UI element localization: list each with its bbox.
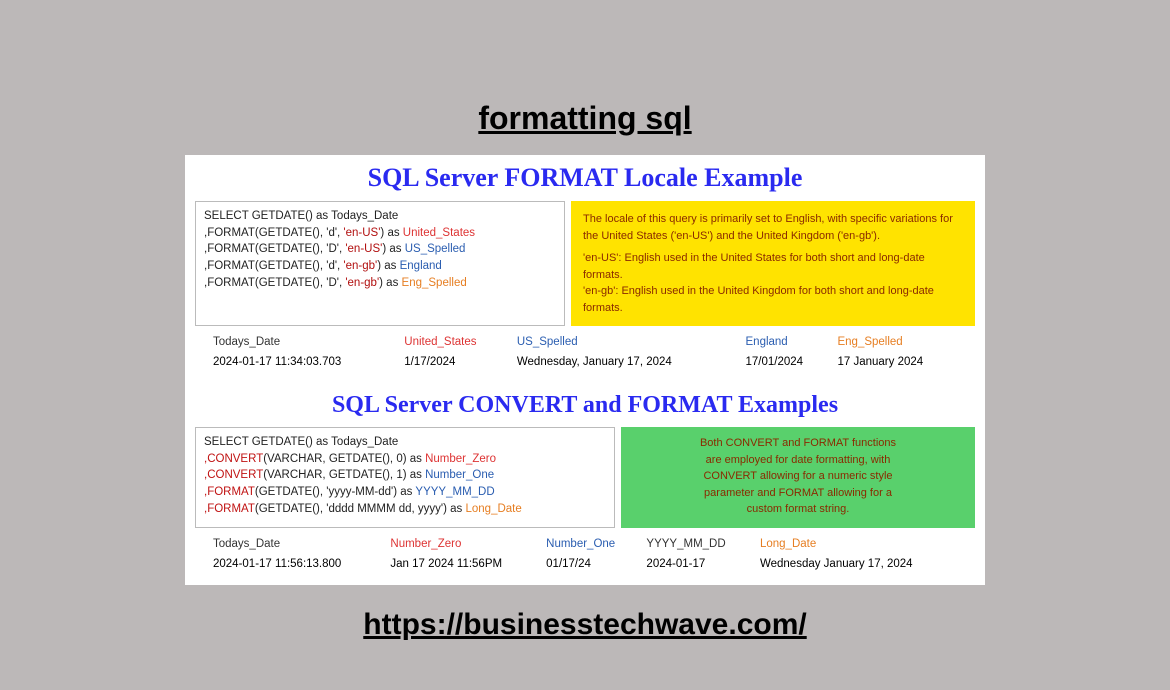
- table-row: 2024-01-17 11:34:03.703 1/17/2024 Wednes…: [213, 352, 969, 372]
- code-line: ) as: [379, 277, 401, 289]
- code-line: ) as: [380, 227, 402, 239]
- code-alias: Long_Date: [465, 503, 521, 515]
- cell: 2024-01-17 11:56:13.800: [213, 554, 390, 574]
- code-line: (VARCHAR, GETDATE(), 1) as: [263, 469, 425, 481]
- note-text: custom format string.: [633, 501, 963, 518]
- note-text: are employed for date formatting, with: [633, 452, 963, 469]
- code-fn: ,FORMAT: [204, 503, 255, 515]
- code-arg: 'en-gb': [343, 260, 377, 272]
- table-row: 2024-01-17 11:56:13.800 Jan 17 2024 11:5…: [213, 554, 969, 574]
- code-line: (GETDATE(), 'D',: [255, 243, 345, 255]
- code-line: (GETDATE(), 'yyyy-MM-dd') as: [255, 486, 416, 498]
- code-line: ,FORMAT: [204, 243, 255, 255]
- code-alias: England: [400, 260, 442, 272]
- code-line: (GETDATE(), 'dddd MMMM dd, yyyy') as: [255, 503, 466, 515]
- code-arg: 'en-US': [345, 243, 382, 255]
- code-line: (VARCHAR, GETDATE(), 0) as: [263, 453, 425, 465]
- code-fn: ,FORMAT: [204, 486, 255, 498]
- note-text: 'en-gb': English used in the United King…: [583, 283, 963, 316]
- code-line: SELECT GETDATE() as Todays_Date: [204, 436, 398, 448]
- section2-row: SELECT GETDATE() as Todays_Date ,CONVERT…: [195, 427, 975, 528]
- section1-row: SELECT GETDATE() as Todays_Date ,FORMAT(…: [195, 201, 975, 326]
- note-text: Both CONVERT and FORMAT functions: [633, 435, 963, 452]
- col-header: England: [746, 332, 838, 352]
- note-text: 'en-US': English used in the United Stat…: [583, 250, 963, 283]
- code-line: ,FORMAT: [204, 227, 255, 239]
- footer-url: https://businesstechwave.com/: [0, 608, 1170, 642]
- cell: Wednesday, January 17, 2024: [517, 352, 746, 372]
- code-fn: ,CONVERT: [204, 453, 263, 465]
- code-line: SELECT GETDATE() as Todays_Date: [204, 210, 398, 222]
- code-line: ,FORMAT: [204, 260, 255, 272]
- col-header: Long_Date: [760, 534, 969, 554]
- col-header: United_States: [404, 332, 517, 352]
- section1-note: The locale of this query is primarily se…: [571, 201, 975, 326]
- section1-title: SQL Server FORMAT Locale Example: [195, 163, 975, 193]
- code-line: ,FORMAT: [204, 277, 255, 289]
- col-header: Number_One: [546, 534, 646, 554]
- code-line: (GETDATE(), 'd',: [255, 227, 344, 239]
- note-text: The locale of this query is primarily se…: [583, 211, 963, 244]
- code-arg: 'en-gb': [345, 277, 379, 289]
- code-alias: Eng_Spelled: [402, 277, 467, 289]
- col-header: Number_Zero: [390, 534, 546, 554]
- cell: 01/17/24: [546, 554, 646, 574]
- code-alias: United_States: [403, 227, 475, 239]
- content-card: SQL Server FORMAT Locale Example SELECT …: [185, 155, 985, 585]
- code-line: ) as: [382, 243, 404, 255]
- cell: Wednesday January 17, 2024: [760, 554, 969, 574]
- code-alias: Number_One: [425, 469, 494, 481]
- col-header: Todays_Date: [213, 534, 390, 554]
- section1-code: SELECT GETDATE() as Todays_Date ,FORMAT(…: [195, 201, 565, 326]
- code-alias: Number_Zero: [425, 453, 496, 465]
- code-alias: YYYY_MM_DD: [415, 486, 494, 498]
- section2-note: Both CONVERT and FORMAT functions are em…: [621, 427, 975, 528]
- section1-results: Todays_Date United_States US_Spelled Eng…: [195, 332, 975, 372]
- col-header: Eng_Spelled: [837, 332, 969, 352]
- col-header: YYYY_MM_DD: [646, 534, 760, 554]
- code-line: ) as: [377, 260, 399, 272]
- cell: 17 January 2024: [837, 352, 969, 372]
- note-text: parameter and FORMAT allowing for a: [633, 485, 963, 502]
- code-arg: 'en-US': [343, 227, 380, 239]
- code-line: (GETDATE(), 'D',: [255, 277, 345, 289]
- col-header: Todays_Date: [213, 332, 404, 352]
- table-header: Todays_Date Number_Zero Number_One YYYY_…: [213, 534, 969, 554]
- note-text: CONVERT allowing for a numeric style: [633, 468, 963, 485]
- table-header: Todays_Date United_States US_Spelled Eng…: [213, 332, 969, 352]
- cell: 2024-01-17: [646, 554, 760, 574]
- col-header: US_Spelled: [517, 332, 746, 352]
- code-line: (GETDATE(), 'd',: [255, 260, 344, 272]
- cell: 2024-01-17 11:34:03.703: [213, 352, 404, 372]
- section2-results: Todays_Date Number_Zero Number_One YYYY_…: [195, 534, 975, 574]
- cell: Jan 17 2024 11:56PM: [390, 554, 546, 574]
- section2-title: SQL Server CONVERT and FORMAT Examples: [195, 392, 975, 419]
- code-alias: US_Spelled: [405, 243, 466, 255]
- section2-code: SELECT GETDATE() as Todays_Date ,CONVERT…: [195, 427, 615, 528]
- cell: 1/17/2024: [404, 352, 517, 372]
- page-title: formatting sql: [0, 100, 1170, 137]
- cell: 17/01/2024: [746, 352, 838, 372]
- code-fn: ,CONVERT: [204, 469, 263, 481]
